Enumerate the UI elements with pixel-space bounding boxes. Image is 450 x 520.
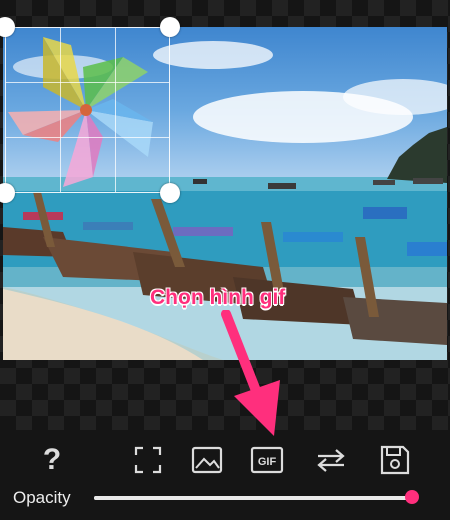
save-button[interactable]: [375, 440, 415, 480]
swap-arrows-icon: [317, 449, 345, 472]
fullscreen-frame-icon: [134, 446, 162, 474]
instruction-annotation: Chọn hình gif: [150, 286, 286, 309]
resize-handle-top-right[interactable]: [160, 17, 180, 37]
opacity-control: Opacity: [0, 484, 450, 512]
opacity-slider-thumb[interactable]: [405, 490, 419, 504]
opacity-slider-track[interactable]: [94, 496, 412, 500]
opacity-label: Opacity: [13, 488, 71, 507]
add-gif-button[interactable]: GIF: [247, 440, 287, 480]
help-button[interactable]: ?: [32, 440, 72, 480]
add-image-button[interactable]: [187, 440, 227, 480]
save-disk-icon: [380, 445, 410, 475]
crop-frame-button[interactable]: [128, 440, 168, 480]
annotation-arrow: [221, 310, 280, 436]
swap-button[interactable]: [311, 440, 351, 480]
help-icon: ?: [42, 443, 62, 476]
gif-icon: GIF: [250, 446, 284, 474]
image-icon: [191, 446, 223, 474]
gif-icon-label: GIF: [258, 456, 277, 468]
resize-handle-bottom-right[interactable]: [160, 183, 180, 203]
bottom-toolbar: ? GIF: [0, 440, 450, 480]
sticker-selection-box[interactable]: [5, 27, 170, 193]
opacity-slider-fill: [94, 496, 412, 500]
